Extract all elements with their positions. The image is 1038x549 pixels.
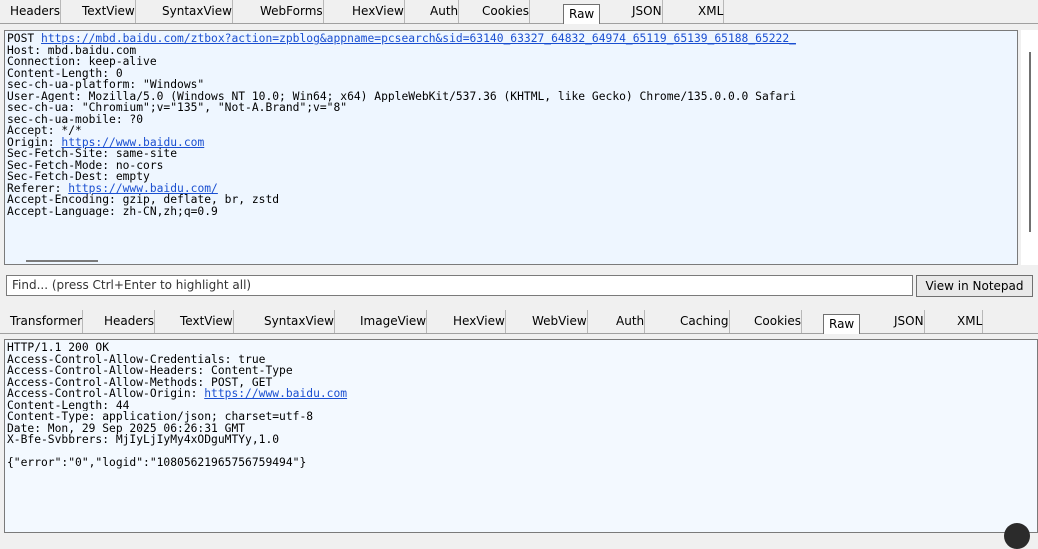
raw-line-text: X-Bfe-Svbbrers: MjIyLjIyMy4xODguMTYy,1.0 [7, 434, 280, 446]
raw-line-text: Connection: keep-alive [7, 56, 157, 68]
raw-line: Accept-Language: zh-CN,zh;q=0.9 [7, 206, 1017, 218]
raw-line-text: HTTP/1.1 200 OK [7, 342, 110, 354]
response-tab-xml[interactable]: XML [947, 310, 984, 333]
request-tab-auth[interactable]: Auth [420, 0, 460, 23]
raw-line-text: Access-Control-Allow-Headers: Content-Ty… [7, 365, 293, 377]
raw-line: sec-ch-ua-mobile: ?0 [7, 114, 1017, 126]
request-tab-hexview[interactable]: HexView [342, 0, 405, 23]
request-scroll-thumb[interactable] [1029, 52, 1031, 232]
raw-line-text: sec-ch-ua-mobile: ?0 [7, 113, 144, 125]
raw-line: Sec-Fetch-Dest: empty [7, 171, 1017, 183]
raw-line: Sec-Fetch-Site: same-site [7, 148, 1017, 160]
request-url-link[interactable]: https://mbd.baidu.com/ztbox?action=zpblo… [41, 33, 796, 45]
raw-line: Accept: */* [7, 125, 1017, 137]
raw-line-text: Sec-Fetch-Dest: empty [7, 171, 150, 183]
raw-line: Access-Control-Allow-Methods: POST, GET [7, 377, 1037, 389]
response-tab-json[interactable]: JSON [884, 310, 925, 333]
response-tab-imageview[interactable]: ImageView [350, 310, 428, 333]
request-tab-json[interactable]: JSON [622, 0, 663, 23]
request-line: POST https://mbd.baidu.com/ztbox?action=… [7, 33, 1017, 45]
raw-line-text: {"error":"0","logid":"108056219657567594… [7, 457, 307, 469]
raw-line-text: Content-Length: 44 [7, 399, 130, 411]
raw-line: Content-Length: 44 [7, 400, 1037, 412]
request-vertical-scrollbar[interactable] [1021, 30, 1038, 265]
raw-line: Referer: https://www.baidu.com/ [7, 183, 1017, 195]
request-tab-cookies[interactable]: Cookies [472, 0, 530, 23]
raw-line-text: Access-Control-Allow-Credentials: true [7, 353, 266, 365]
raw-line: Sec-Fetch-Mode: no-cors [7, 160, 1017, 172]
response-tab-hexview[interactable]: HexView [443, 310, 506, 333]
request-tab-headers[interactable]: Headers [0, 0, 61, 23]
raw-line: X-Bfe-Svbbrers: MjIyLjIyMy4xODguMTYy,1.0 [7, 434, 1037, 446]
raw-line-text: Date: Mon, 29 Sep 2025 06:26:31 GMT [7, 422, 246, 434]
raw-line: sec-ch-ua: "Chromium";v="135", "Not-A.Br… [7, 102, 1017, 114]
raw-line: HTTP/1.1 200 OK [7, 342, 1037, 354]
request-tab-xml[interactable]: XML [688, 0, 725, 23]
raw-line [7, 446, 1037, 458]
response-tab-transformer[interactable]: Transformer [0, 310, 84, 333]
floating-avatar-icon[interactable] [1004, 523, 1030, 549]
raw-line: Access-Control-Allow-Origin: https://www… [7, 388, 1037, 400]
raw-line-text: Sec-Fetch-Site: same-site [7, 148, 178, 160]
raw-line-text: sec-ch-ua-platform: "Windows" [7, 79, 205, 91]
raw-line: Origin: https://www.baidu.com [7, 137, 1017, 149]
response-tab-syntaxview[interactable]: SyntaxView [254, 310, 335, 333]
raw-line: Content-Type: application/json; charset=… [7, 411, 1037, 423]
raw-line: {"error":"0","logid":"108056219657567594… [7, 457, 1037, 469]
pane-splitter[interactable] [0, 303, 1038, 309]
request-tab-textview[interactable]: TextView [72, 0, 136, 23]
raw-line: Connection: keep-alive [7, 56, 1017, 68]
raw-line: Access-Control-Allow-Headers: Content-Ty… [7, 365, 1037, 377]
raw-line: User-Agent: Mozilla/5.0 (Windows NT 10.0… [7, 91, 1017, 103]
request-raw-pane[interactable]: POST https://mbd.baidu.com/ztbox?action=… [4, 30, 1018, 265]
raw-line-text: Accept-Encoding: gzip, deflate, br, zstd [7, 194, 280, 206]
request-raw-text: POST https://mbd.baidu.com/ztbox?action=… [5, 31, 1017, 217]
raw-line-text: Origin: [7, 136, 62, 148]
raw-line-text: Access-Control-Allow-Methods: POST, GET [7, 376, 273, 388]
response-tab-bar: Transformer Headers TextView SyntaxView Imag… [0, 310, 1038, 334]
url-link[interactable]: https://www.baidu.com [61, 137, 204, 149]
response-tab-auth[interactable]: Auth [606, 310, 646, 333]
raw-line: Access-Control-Allow-Credentials: true [7, 354, 1037, 366]
raw-line-text: Access-Control-Allow-Origin: [7, 388, 205, 400]
raw-line-text: Accept-Language: zh-CN,zh;q=0.9 [7, 205, 218, 217]
response-tab-webview[interactable]: WebView [522, 310, 588, 333]
raw-line-text: Host: mbd.baidu.com [7, 44, 137, 56]
request-method: POST [7, 33, 42, 45]
response-tab-caching[interactable]: Caching [670, 310, 730, 333]
raw-line-text: User-Agent: Mozilla/5.0 (Windows NT 10.0… [7, 90, 796, 102]
request-tab-bar: Headers TextView SyntaxView WebForms HexView… [0, 0, 1038, 24]
raw-line: Accept-Encoding: gzip, deflate, br, zstd [7, 194, 1017, 206]
request-tab-webforms[interactable]: WebForms [250, 0, 324, 23]
raw-line-text: sec-ch-ua: "Chromium";v="135", "Not-A.Br… [7, 102, 348, 114]
url-link[interactable]: https://www.baidu.com/ [68, 183, 218, 195]
request-tab-raw[interactable]: Raw [563, 4, 601, 24]
raw-line-text [7, 446, 14, 458]
raw-line: Content-Length: 0 [7, 68, 1017, 80]
raw-line: sec-ch-ua-platform: "Windows" [7, 79, 1017, 91]
view-in-notepad-button[interactable]: View in Notepad [916, 275, 1033, 297]
raw-line-text: Content-Length: 0 [7, 67, 123, 79]
raw-line-text: Referer: [7, 182, 69, 194]
response-raw-pane[interactable]: HTTP/1.1 200 OK Access-Control-Allow-Cred… [4, 339, 1038, 533]
url-link[interactable]: https://www.baidu.com [204, 388, 347, 400]
response-tab-headers[interactable]: Headers [94, 310, 155, 333]
response-tab-textview[interactable]: TextView [170, 310, 234, 333]
raw-line: Date: Mon, 29 Sep 2025 06:26:31 GMT [7, 423, 1037, 435]
find-input[interactable]: Find... (press Ctrl+Enter to highlight a… [6, 275, 913, 296]
raw-line: Host: mbd.baidu.com [7, 45, 1017, 57]
raw-line-text: Accept: */* [7, 125, 82, 137]
response-tab-cookies[interactable]: Cookies [744, 310, 802, 333]
request-horizontal-scroll-thumb[interactable] [26, 260, 98, 262]
raw-line-text: Content-Type: application/json; charset=… [7, 411, 314, 423]
raw-line-text: Sec-Fetch-Mode: no-cors [7, 159, 164, 171]
response-tab-raw[interactable]: Raw [823, 314, 861, 334]
response-raw-text: HTTP/1.1 200 OK Access-Control-Allow-Cred… [5, 340, 1037, 469]
request-tab-syntaxview[interactable]: SyntaxView [152, 0, 233, 23]
